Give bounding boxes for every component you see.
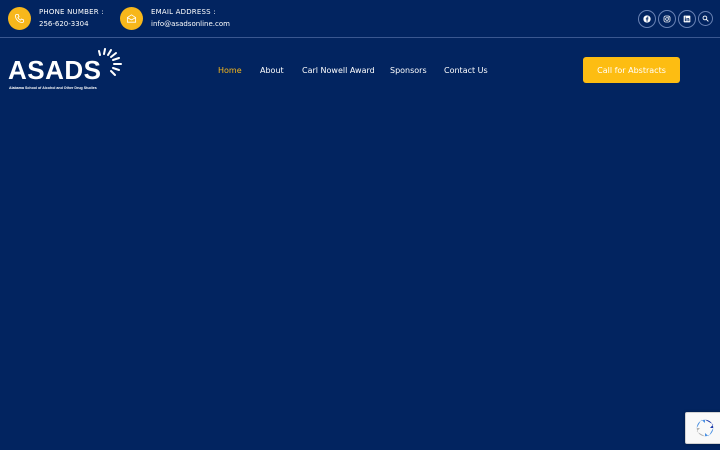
- phone-contact[interactable]: PHONE NUMBER : 256-620-3304: [8, 7, 104, 30]
- phone-label: PHONE NUMBER :: [39, 8, 104, 16]
- instagram-icon[interactable]: [658, 10, 676, 28]
- site-logo[interactable]: ASADS Alabama School of Alcohol and Othe…: [8, 48, 123, 94]
- envelope-icon: [120, 7, 143, 30]
- email-contact[interactable]: EMAIL ADDRESS : info@asadsonline.com: [120, 7, 230, 30]
- email-label: EMAIL ADDRESS :: [151, 8, 216, 16]
- phone-value[interactable]: 256-620-3304: [39, 19, 104, 30]
- facebook-icon[interactable]: [638, 10, 656, 28]
- logo-burst-icon: [98, 48, 122, 76]
- recaptcha-icon: [696, 419, 714, 437]
- top-bar: PHONE NUMBER : 256-620-3304 EMAIL ADDRES…: [0, 0, 720, 38]
- nav-about[interactable]: About: [260, 65, 284, 77]
- search-icon[interactable]: [698, 11, 713, 26]
- nav-contact-us[interactable]: Contact Us: [444, 65, 488, 77]
- call-for-abstracts-button[interactable]: Call for Abstracts: [583, 57, 680, 83]
- logo-tagline: Alabama School of Alcohol and Other Drug…: [9, 86, 97, 90]
- recaptcha-badge[interactable]: [685, 412, 720, 444]
- logo-wordmark: ASADS: [8, 55, 102, 85]
- phone-icon: [8, 7, 31, 30]
- nav-carl-nowell-award[interactable]: Carl Nowell Award: [302, 65, 375, 77]
- email-value[interactable]: info@asadsonline.com: [151, 19, 230, 30]
- nav-sponsors[interactable]: Sponsors: [390, 65, 427, 77]
- linkedin-icon[interactable]: [678, 10, 696, 28]
- nav-home[interactable]: Home: [218, 65, 242, 77]
